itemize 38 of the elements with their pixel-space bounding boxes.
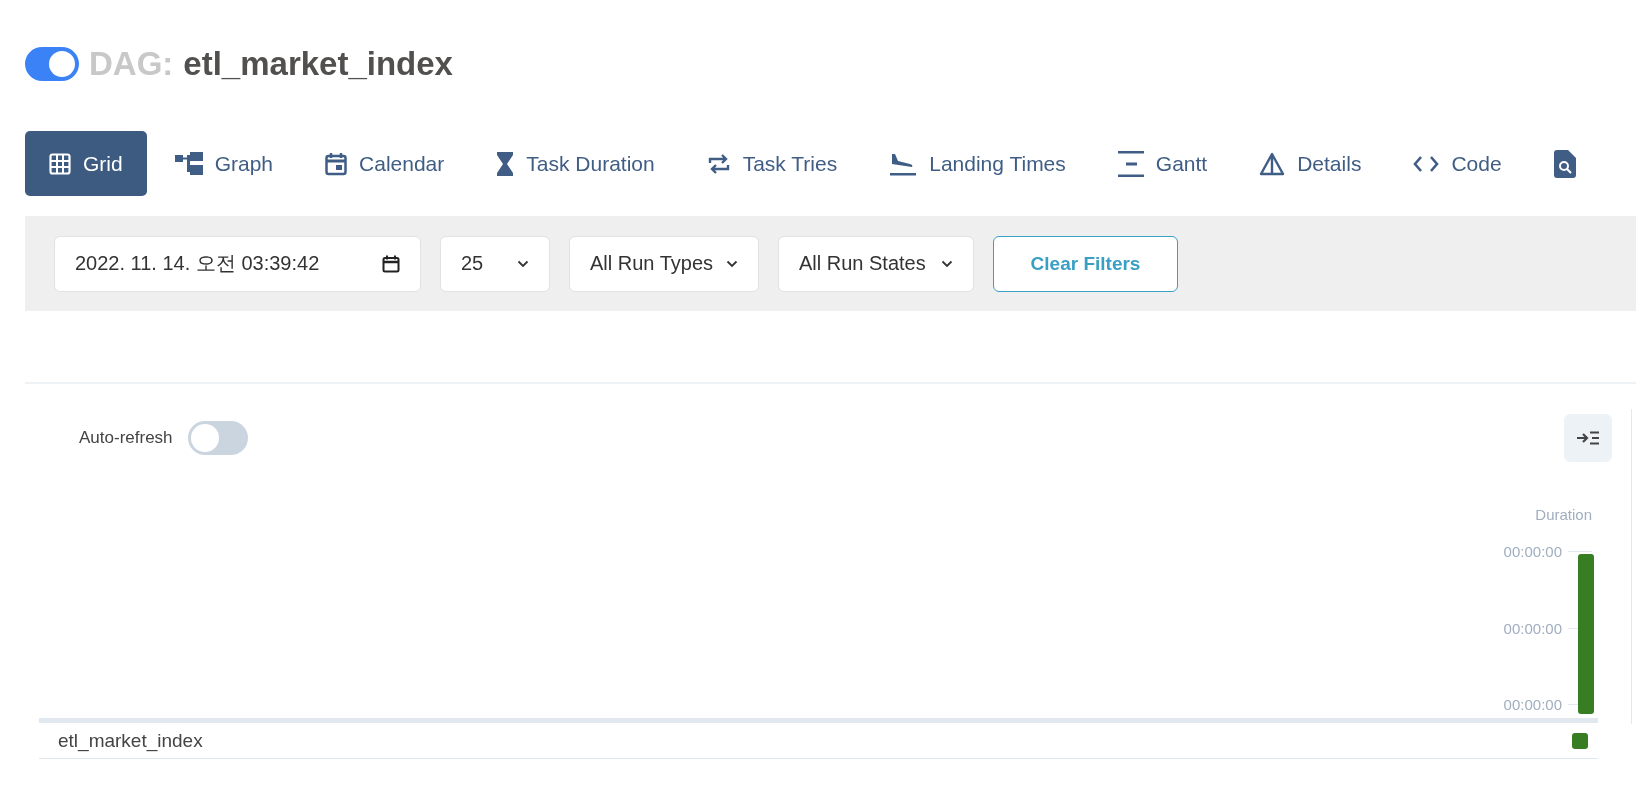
gantt-icon: [1117, 149, 1144, 178]
nav-tab[interactable]: Task Tries: [682, 131, 862, 196]
nav-tab[interactable]: Details: [1235, 131, 1386, 196]
limit-select[interactable]: 25: [440, 235, 550, 292]
caret-icon: [517, 259, 529, 268]
duration-tick-label: 00:00:00: [1503, 543, 1562, 560]
nav-tab[interactable]: Task Duration: [472, 131, 679, 196]
grid-icon: [49, 152, 71, 175]
dag-title: etl_market_index: [183, 45, 453, 83]
duration-tick-label: 00:00:00: [1503, 619, 1562, 637]
nav-tab[interactable]: Graph: [150, 131, 298, 196]
triangle-icon: [1259, 151, 1286, 176]
hourglass-icon: [496, 150, 515, 177]
nav-tab[interactable]: Landing Times: [865, 131, 1090, 196]
task-instance-square[interactable]: [1572, 732, 1588, 749]
date-field[interactable]: 2022. 11. 14. 오전 03:39:42: [54, 235, 421, 292]
auto-refresh-toggle[interactable]: [187, 421, 248, 455]
run-type-select[interactable]: All Run Types: [569, 235, 759, 292]
code-brackets-icon: [1413, 154, 1440, 173]
nav-tab[interactable]: Code: [1389, 131, 1526, 196]
calendar-icon: [382, 254, 400, 273]
dag-toggle[interactable]: [25, 47, 79, 81]
graph-icon: [174, 151, 203, 176]
arrow-to-list-icon: [1577, 431, 1599, 445]
auto-refresh-label: Auto-refresh: [79, 428, 173, 448]
nav-tab[interactable]: Gantt: [1093, 131, 1232, 196]
document-search-icon: [1553, 149, 1576, 178]
task-name[interactable]: etl_market_index: [58, 729, 203, 752]
caret-icon: [726, 259, 738, 268]
repeat-arrows-icon: [706, 151, 731, 176]
nav-tab[interactable]: Grid: [25, 131, 147, 196]
caret-icon: [941, 259, 953, 268]
run-state-select[interactable]: All Run States: [778, 235, 974, 292]
duration-tick-label: 00:00:00: [1503, 696, 1562, 713]
collapse-details-button[interactable]: [1564, 414, 1612, 462]
calendar-icon: [325, 151, 348, 176]
duration-axis-title: Duration: [1535, 506, 1592, 523]
nav-tab[interactable]: Calendar: [301, 131, 469, 196]
